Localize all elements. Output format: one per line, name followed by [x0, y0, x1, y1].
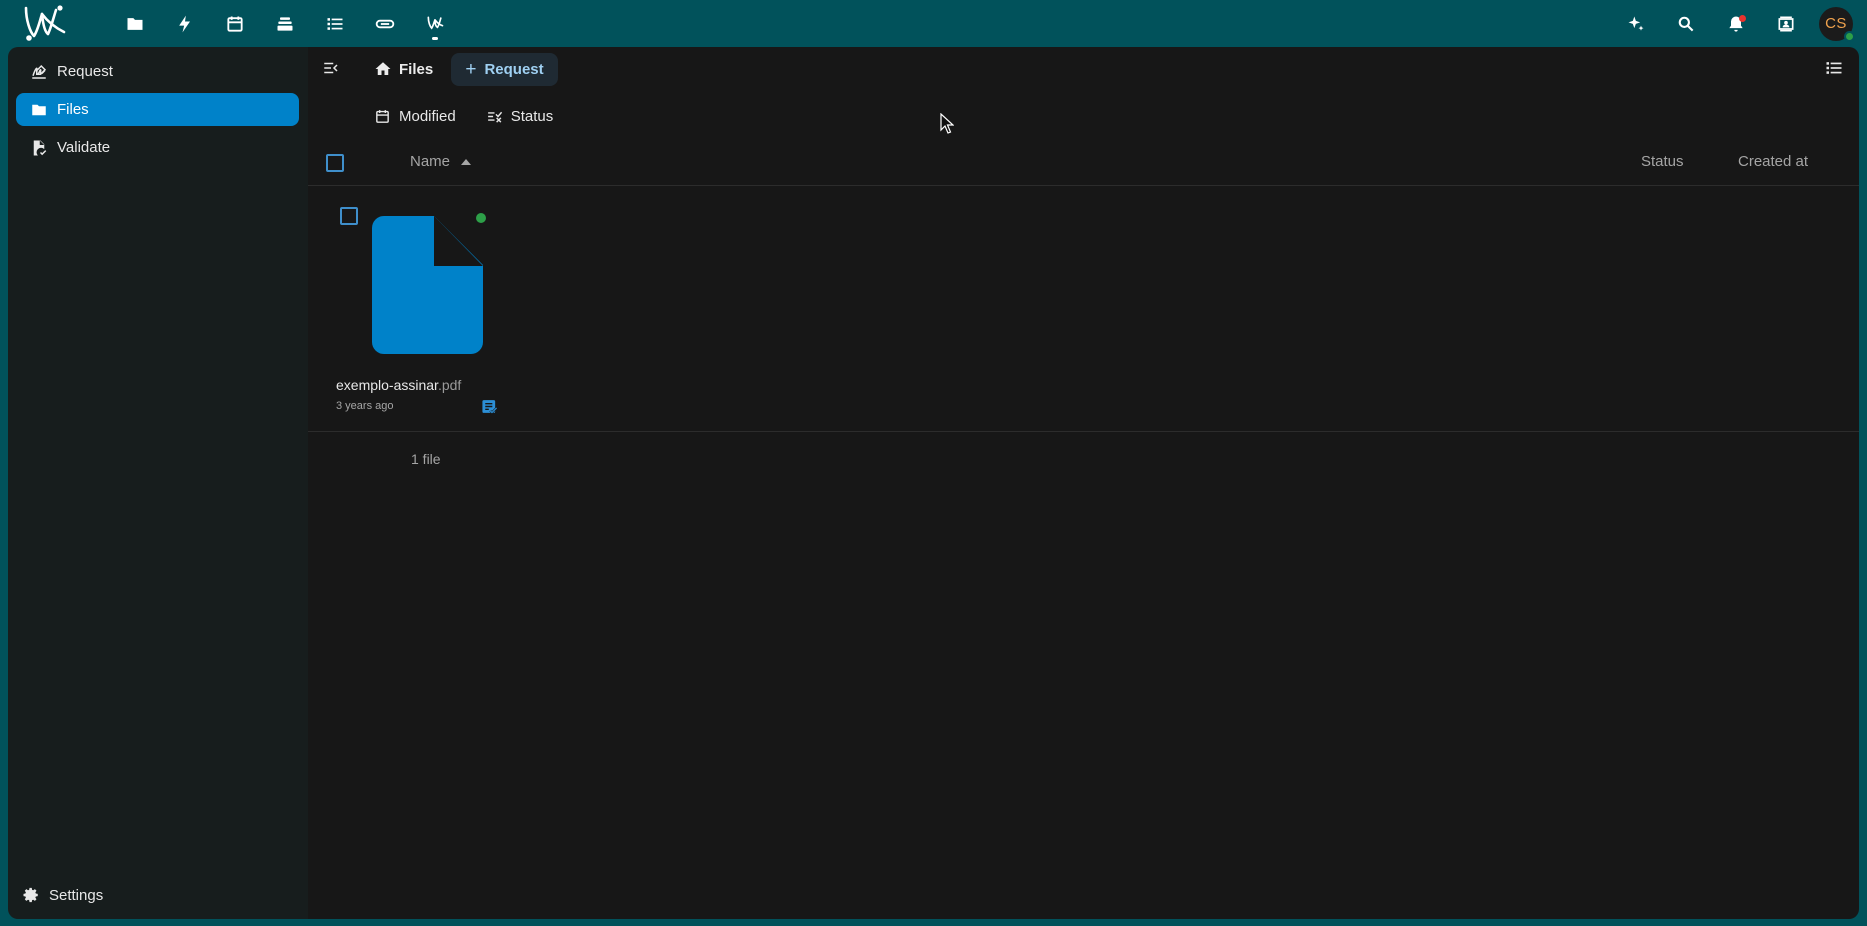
- file-tile[interactable]: [328, 200, 508, 360]
- folder-icon: [127, 17, 143, 30]
- column-header-created-at[interactable]: Created at: [1738, 153, 1808, 170]
- tasks-app-button[interactable]: [310, 2, 360, 46]
- filter-status[interactable]: Status: [486, 107, 554, 125]
- menu-collapse-icon: [324, 62, 338, 74]
- nav-item-request[interactable]: Request: [16, 55, 299, 88]
- home-icon: [375, 62, 391, 75]
- contacts-button[interactable]: [1761, 2, 1811, 46]
- files-app-button[interactable]: [110, 2, 160, 46]
- user-avatar[interactable]: CS: [1819, 6, 1855, 42]
- breadcrumb-home[interactable]: Files: [374, 58, 433, 80]
- checklist-icon: [487, 111, 502, 123]
- files-list-header: Name Status Created at: [308, 139, 1859, 186]
- list-footer-divider: [308, 431, 1859, 432]
- nav-item-label: Files: [57, 101, 89, 118]
- filter-label: Modified: [399, 107, 456, 125]
- app-menu: [110, 0, 460, 47]
- libresign-logo-icon[interactable]: [20, 2, 68, 44]
- settings-label: Settings: [49, 886, 104, 904]
- file-check-icon: [33, 140, 47, 155]
- sign-document-icon[interactable]: [481, 398, 498, 415]
- plus-icon: +: [465, 59, 477, 80]
- libresign-app-button[interactable]: [410, 2, 460, 46]
- filters-bar: Modified Status: [374, 103, 583, 129]
- lightning-icon: [179, 15, 190, 32]
- list-icon: [327, 17, 343, 30]
- select-all-checkbox[interactable]: [326, 154, 344, 172]
- nav-item-label: Request: [57, 63, 113, 80]
- app-content: Files + Request Modified Status Name Sta…: [308, 47, 1859, 919]
- folder-icon: [32, 104, 46, 115]
- notifications-button[interactable]: [1711, 2, 1761, 46]
- deck-app-button[interactable]: [260, 2, 310, 46]
- online-status-icon: [1844, 30, 1855, 42]
- new-request-label: Request: [484, 61, 544, 78]
- avatar-initials: CS: [1825, 15, 1847, 32]
- calendar-app-button[interactable]: [210, 2, 260, 46]
- notification-badge: [1739, 14, 1746, 22]
- nav-item-label: Validate: [57, 139, 111, 156]
- filter-modified[interactable]: Modified: [374, 108, 456, 125]
- nav-item-validate[interactable]: Validate: [16, 131, 299, 164]
- app-navigation: Request Files Validate Settings: [8, 47, 308, 919]
- signature-icon: [32, 64, 47, 79]
- gear-icon: [23, 887, 38, 903]
- mouse-cursor-icon: [940, 113, 954, 134]
- toggle-navigation-button[interactable]: [316, 53, 346, 83]
- sparkle-icon: [1628, 16, 1644, 31]
- switch-view-button[interactable]: [1819, 53, 1849, 83]
- column-header-name: Name: [410, 153, 451, 170]
- settings-button[interactable]: Settings: [22, 881, 103, 909]
- libresign-icon: [427, 15, 444, 29]
- link-icon: [375, 19, 395, 28]
- file-status-indicator: [476, 213, 486, 223]
- calendar-icon: [376, 109, 389, 123]
- column-header-status[interactable]: Status: [1641, 153, 1684, 170]
- sort-ascending-icon: [461, 158, 472, 165]
- calendar-icon: [227, 16, 243, 32]
- file-extension: .pdf: [437, 377, 462, 393]
- stack-icon: [277, 16, 293, 31]
- file-document-icon: [372, 216, 483, 354]
- assistant-button[interactable]: [1611, 2, 1661, 46]
- sort-by-name-button[interactable]: Name: [410, 153, 472, 170]
- search-icon: [1678, 16, 1694, 31]
- files-summary: 1 file: [411, 451, 441, 467]
- activity-app-button[interactable]: [160, 2, 210, 46]
- file-modified-date: 3 years ago: [336, 400, 394, 412]
- nav-item-files[interactable]: Files: [16, 93, 299, 126]
- header-right-menu: CS: [1611, 0, 1867, 47]
- filter-label: Status: [510, 107, 554, 125]
- search-button[interactable]: [1661, 2, 1711, 46]
- file-basename: exemplo-assinar: [336, 377, 438, 393]
- contacts-icon: [1778, 16, 1794, 31]
- file-name[interactable]: exemplo-assinar.pdf: [336, 377, 461, 393]
- new-request-button[interactable]: + Request: [451, 53, 558, 86]
- link-app-button[interactable]: [360, 2, 410, 46]
- breadcrumb-label: Files: [399, 60, 434, 78]
- list-view-icon: [1826, 62, 1842, 74]
- top-bar: CS: [0, 0, 1867, 47]
